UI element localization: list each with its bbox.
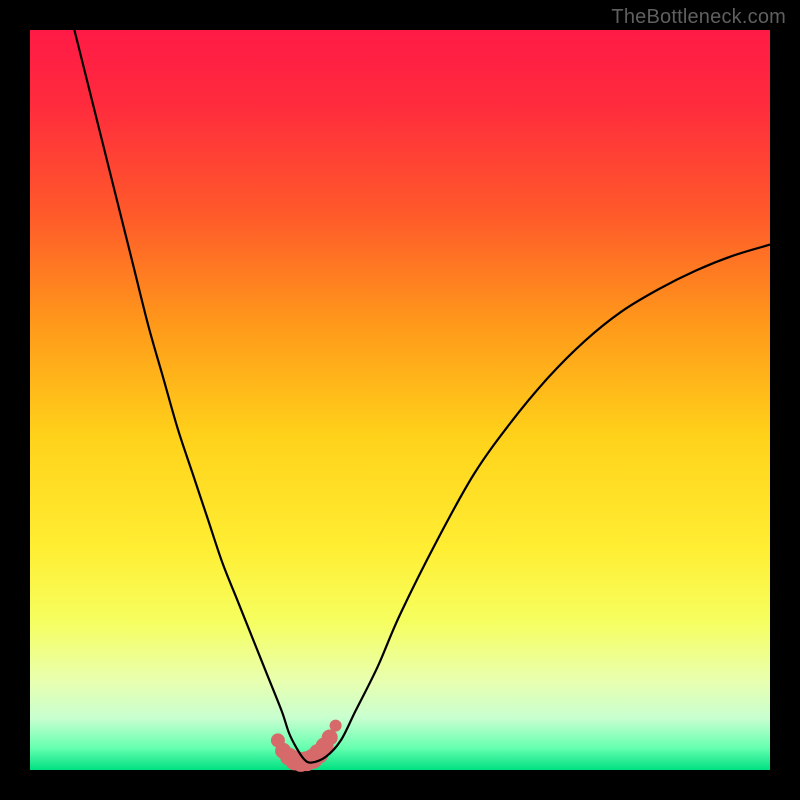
curve-layer (30, 30, 770, 770)
watermark-text: TheBottleneck.com (611, 6, 786, 29)
highlight-marker (330, 720, 342, 732)
marker-group (271, 720, 342, 772)
highlight-marker (322, 729, 338, 745)
plot-area (30, 30, 770, 770)
bottleneck-curve (74, 30, 770, 763)
chart-frame: TheBottleneck.com (0, 0, 800, 800)
